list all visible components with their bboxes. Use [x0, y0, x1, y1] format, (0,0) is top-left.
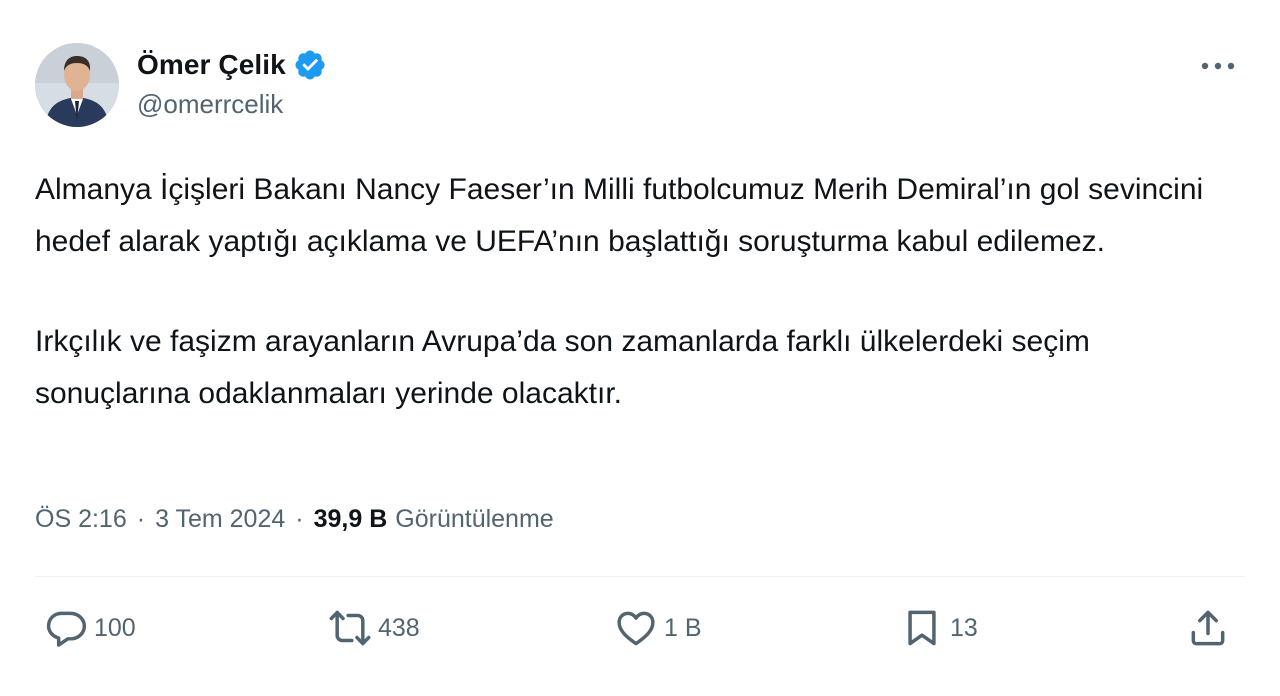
- views-label: Görüntülenme: [395, 504, 554, 533]
- tweet-meta: ÖS 2:16 · 3 Tem 2024 · 39,9 B Görüntülen…: [35, 499, 554, 539]
- tweet-paragraph: Almanya İçişleri Bakanı Nancy Faeser’ın …: [35, 173, 1204, 258]
- heart-icon: [614, 606, 658, 650]
- share-icon: [1186, 606, 1230, 650]
- more-options-icon[interactable]: [1196, 52, 1240, 80]
- avatar-portrait: [35, 43, 119, 127]
- bookmark-button[interactable]: 13: [900, 600, 978, 656]
- divider: [35, 576, 1245, 577]
- repost-button[interactable]: 438: [328, 600, 420, 656]
- repost-count: 438: [378, 613, 420, 642]
- like-button[interactable]: 1 B: [614, 600, 702, 656]
- meta-separator: ·: [136, 504, 146, 533]
- like-count: 1 B: [664, 613, 702, 642]
- tweet-text: Almanya İçişleri Bakanı Nancy Faeser’ın …: [35, 164, 1250, 420]
- author-handle[interactable]: @omerrcelik: [137, 89, 283, 120]
- verified-badge-icon[interactable]: [293, 48, 327, 82]
- repost-icon: [328, 606, 372, 650]
- tweet-paragraph: Irkçılık ve faşizm arayanların Avrupa’da…: [35, 325, 1090, 410]
- tweet-date[interactable]: 3 Tem 2024: [155, 505, 285, 534]
- action-bar: 100 438 1 B 13: [0, 600, 1280, 656]
- bookmark-icon: [900, 606, 944, 650]
- reply-icon: [44, 606, 88, 650]
- tweet-time[interactable]: ÖS 2:16: [35, 505, 127, 534]
- bookmark-count: 13: [950, 613, 978, 642]
- views-count[interactable]: 39,9 B: [314, 505, 388, 534]
- author-name-row: Ömer Çelik: [137, 45, 327, 85]
- display-name[interactable]: Ömer Çelik: [137, 49, 286, 81]
- tweet-card: Ömer Çelik @omerrcelik Almanya İçişleri …: [0, 0, 1280, 696]
- meta-separator: ·: [295, 504, 304, 533]
- avatar[interactable]: [35, 43, 119, 127]
- reply-button[interactable]: 100: [44, 600, 136, 656]
- reply-count: 100: [94, 613, 136, 642]
- share-button[interactable]: [1186, 600, 1230, 656]
